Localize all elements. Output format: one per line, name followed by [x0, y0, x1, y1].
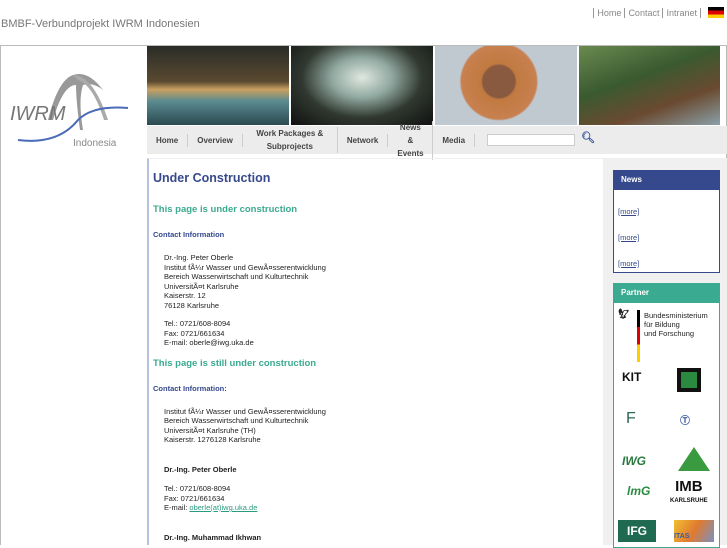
partner-box: Partner 🦅︎ Bundesministerium für Bildung u…: [613, 283, 720, 548]
svg-text:IWRM: IWRM: [10, 103, 66, 125]
partner-title: Partner: [614, 284, 719, 303]
itas-logo[interactable]: ITAS: [674, 520, 714, 542]
nav-overview[interactable]: Overview: [188, 133, 243, 147]
site-title: BMBF-Verbundprojekt IWRM Indonesien: [1, 18, 200, 30]
main-nav: Home Overview Work Packages & Subproject…: [147, 120, 727, 160]
iwg-logo[interactable]: IWG: [622, 454, 646, 468]
search-icon[interactable]: 🔍︎: [581, 131, 595, 144]
svg-text:Indonesia: Indonesia: [73, 138, 117, 149]
header-image-cliff: [579, 46, 720, 125]
email: E-mail: oberle@iwg.uka.de: [164, 338, 254, 347]
f-logo[interactable]: F: [626, 410, 636, 428]
address-line: Kaiserstr. 12: [164, 291, 206, 300]
phone: Tel.: 0721/608-8094: [164, 319, 231, 328]
nav-home[interactable]: Home: [147, 133, 189, 147]
kit-logo[interactable]: KIT: [622, 370, 641, 384]
news-title: News: [614, 171, 719, 190]
address-line: Institut fÃ¼r Wasser und GewÃ¤sserentwic…: [164, 406, 326, 416]
contact-details: Tel.: 0721/608-8094 Fax: 0721/661634 E-m…: [153, 484, 603, 513]
german-flag-icon[interactable]: [708, 7, 724, 18]
bmbf-flag-bar: [637, 310, 640, 362]
page-title: Under Construction: [153, 171, 271, 185]
contact-heading: Contact Information: [153, 230, 225, 239]
section-heading: This page is under construction: [153, 204, 298, 215]
img-logo[interactable]: lmG: [627, 484, 650, 498]
address-line: UniversitÃ¤t Karlsruhe (TH): [164, 425, 256, 435]
news-more-link[interactable]: [more]: [618, 259, 719, 268]
contact-person: Dr.-Ing. Muhammad Ikhwan: [164, 532, 262, 542]
bmbf-logo[interactable]: Bundesministerium für Bildung und Forschun…: [644, 311, 708, 338]
fax: Fax: 0721/661634: [164, 328, 225, 338]
news-more-link[interactable]: [more]: [618, 233, 719, 242]
section-heading: This page is still under construction: [153, 357, 317, 369]
news-more-link[interactable]: [more]: [618, 207, 719, 216]
news-box: News [more] [more] [more]: [613, 170, 720, 273]
top-links: Home Contact Intranet: [593, 8, 701, 18]
contact-address: Institut fÃ¼r Wasser und GewÃ¤sserentwic…: [153, 407, 603, 445]
eagle-icon: 🦅︎: [617, 309, 630, 320]
top-link-contact[interactable]: Contact: [624, 8, 662, 18]
search-input[interactable]: [487, 134, 576, 146]
uni-karlsruhe-logo[interactable]: [677, 368, 701, 392]
email-link[interactable]: oberle(at)iwg.uka.de: [189, 503, 257, 512]
address-line: Kaiserstr. 1276128 Karlsruhe: [164, 435, 261, 444]
contact-person: Dr.-Ing. Peter Oberle: [164, 464, 237, 474]
imb-logo[interactable]: IMB KARLSRUHE: [670, 479, 708, 508]
uni-giessen-logo[interactable]: Ⓣ: [680, 412, 690, 427]
nav-media[interactable]: Media: [433, 133, 476, 147]
phone: Tel.: 0721/608-8094: [164, 484, 231, 493]
header-image-woman-hat: [435, 46, 577, 125]
top-link-home[interactable]: Home: [593, 8, 624, 18]
top-link-intranet[interactable]: Intranet: [662, 8, 700, 18]
ifg-logo[interactable]: IFG: [618, 520, 656, 542]
fax: Fax: 0721/661634: [164, 493, 225, 503]
address-line: Institut fÃ¼r Wasser und GewÃ¤sserentwic…: [164, 262, 326, 272]
header-image-cave-light: [291, 46, 433, 125]
contact-address: Dr.-Ing. Peter Oberle Institut fÃ¼r Wass…: [153, 253, 603, 348]
right-sidebar: News [more] [more] [more] Partner 🦅︎ Bun…: [603, 158, 727, 548]
address-line: UniversitÃ¤t Karlsruhe: [164, 281, 239, 291]
gik-logo[interactable]: [678, 447, 710, 471]
iwrm-logo[interactable]: IWRM Indonesia: [8, 70, 133, 150]
address-line: Dr.-Ing. Peter Oberle: [164, 253, 234, 262]
address-line: Bereich Wasserwirtschaft und Kulturtechn…: [164, 416, 309, 425]
header-image-cave-river: [147, 46, 289, 125]
address-line: 76128 Karlsruhe: [164, 300, 220, 310]
email-label: E-mail:: [164, 503, 190, 512]
nav-work-packages[interactable]: Work Packages & Subprojects: [243, 127, 338, 153]
contact-heading: Contact Information:: [153, 383, 227, 393]
divider: [700, 8, 701, 18]
address-line: Bereich Wasserwirtschaft und Kulturtechn…: [164, 272, 309, 281]
main-content: Under Construction This page is under co…: [147, 158, 603, 545]
nav-network[interactable]: Network: [338, 133, 389, 147]
nav-news-events[interactable]: News & Events: [388, 120, 434, 160]
